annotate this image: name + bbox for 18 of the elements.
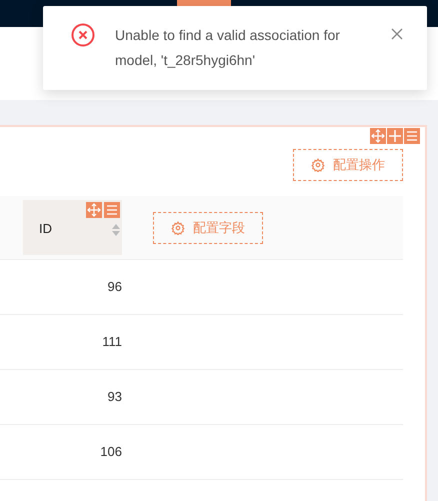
sort-icon[interactable]	[112, 224, 120, 236]
toast-message: Unable to find a valid association for model, 't_28r5hygi6hn'	[115, 26, 341, 70]
gear-icon	[311, 158, 325, 172]
table-cell-text: 93	[106, 388, 123, 406]
add-icon[interactable]	[387, 128, 403, 144]
table-cell-text: 106	[99, 443, 123, 462]
configure-fields-button[interactable]: 配置字段	[153, 212, 263, 244]
close-icon[interactable]	[391, 28, 403, 40]
move-handle-icon[interactable]	[370, 128, 386, 144]
configure-actions-button[interactable]: 配置操作	[293, 149, 403, 181]
move-handle-icon[interactable]	[86, 202, 102, 218]
gear-icon	[171, 220, 185, 234]
table-cell-text: 111	[101, 333, 123, 352]
menu-icon[interactable]	[104, 202, 120, 218]
error-icon	[71, 23, 95, 47]
table-cell-text: 96	[106, 278, 123, 296]
menu-icon[interactable]	[404, 128, 420, 144]
column-header[interactable]: ID	[23, 200, 122, 255]
